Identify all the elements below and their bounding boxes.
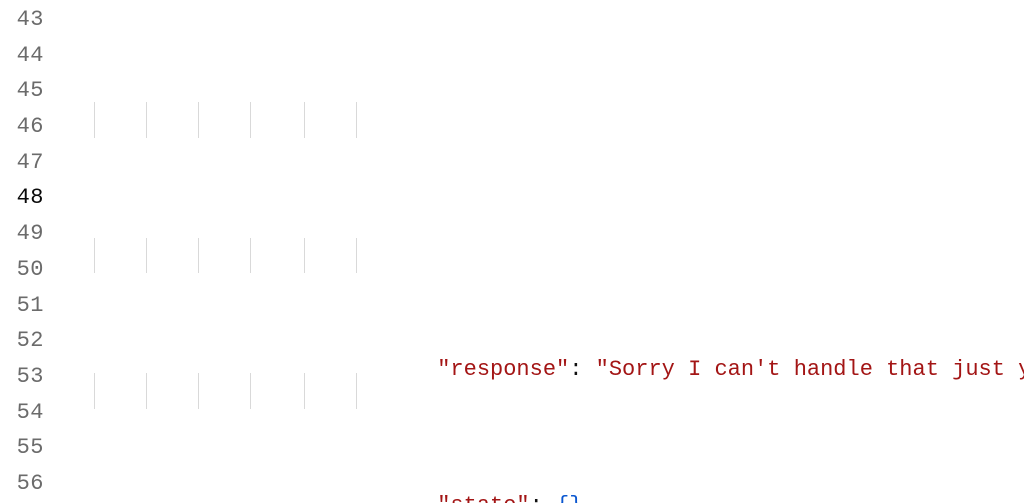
code-editor[interactable]: 4344454647484950515253545556 "response":…: [0, 0, 1024, 503]
brace-close: }: [569, 493, 582, 503]
line-number: 52: [0, 323, 58, 359]
line-number: 49: [0, 216, 58, 252]
line-number: 54: [0, 395, 58, 431]
line-number: 47: [0, 145, 58, 181]
line-number: 51: [0, 288, 58, 324]
code-line[interactable]: "response": "Sorry I can't handle that j…: [58, 102, 1024, 138]
line-number: 45: [0, 73, 58, 109]
code-line[interactable]: };: [58, 373, 1024, 409]
code-line[interactable]: "state": {}: [58, 238, 1024, 274]
line-number-gutter: 4344454647484950515253545556: [0, 0, 58, 503]
line-number: 43: [0, 2, 58, 38]
line-number: 50: [0, 252, 58, 288]
line-number: 46: [0, 109, 58, 145]
line-number: 48: [0, 180, 58, 216]
line-number: 53: [0, 359, 58, 395]
line-number: 44: [0, 38, 58, 74]
line-number: 55: [0, 430, 58, 466]
code-area[interactable]: "response": "Sorry I can't handle that j…: [58, 0, 1024, 503]
colon: :: [530, 493, 556, 503]
line-number: 56: [0, 466, 58, 502]
json-key: "state": [437, 493, 529, 503]
brace-open: {: [556, 493, 569, 503]
